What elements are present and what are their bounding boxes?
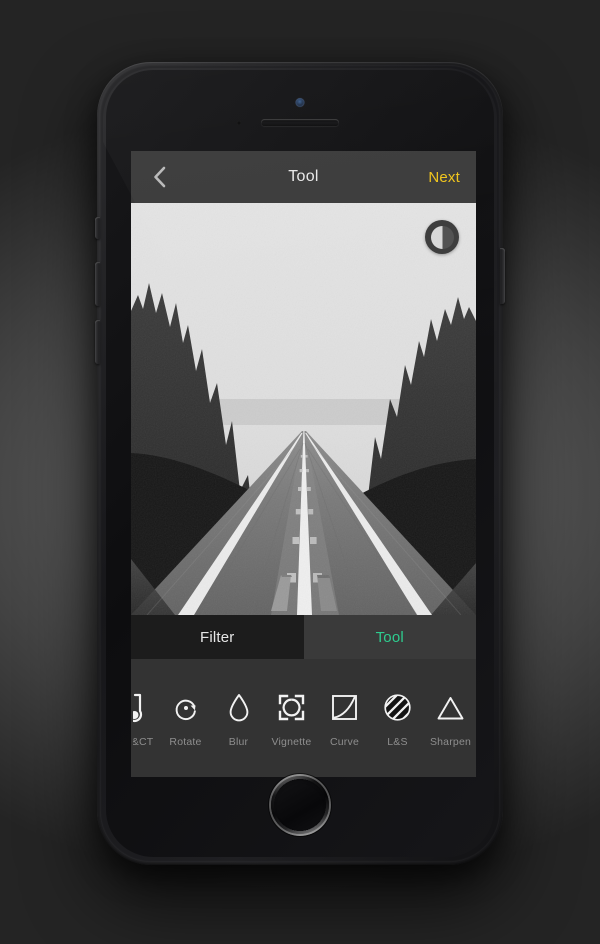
volume-down-button[interactable] xyxy=(95,320,100,364)
volume-up-button[interactable] xyxy=(95,262,100,306)
power-button[interactable] xyxy=(500,248,505,304)
tool-label-bct: B&CT xyxy=(133,735,154,748)
mute-switch[interactable] xyxy=(95,217,100,239)
scene: Tool Next Filter Tool CT Rotate Blur Vig… xyxy=(0,0,600,944)
tool-label-curve: Curve xyxy=(329,735,359,748)
earpiece-speaker xyxy=(261,119,339,126)
phone-body: Tool Next Filter Tool CT Rotate Blur Vig… xyxy=(100,65,500,862)
phone-screen: Tool Next Filter Tool CT Rotate Blur Vig… xyxy=(131,151,476,777)
page-title: Tool xyxy=(288,168,319,185)
droplet-blur-icon xyxy=(228,689,250,727)
phone-device: Tool Next Filter Tool CT Rotate Blur Vig… xyxy=(95,62,505,865)
tool-item-curve[interactable]: Curve xyxy=(318,689,371,748)
vignette-brackets-icon xyxy=(278,689,305,727)
tool-label-ls: L&S xyxy=(387,735,408,748)
tool-item-rotate[interactable]: Rotate xyxy=(159,689,212,748)
contrast-split xyxy=(430,225,454,249)
next-button[interactable]: Next xyxy=(428,169,460,186)
tone-curve-icon xyxy=(331,689,358,727)
tool-item-ls[interactable]: L&S xyxy=(371,689,424,748)
tool-item-sharpen[interactable]: Sharpen xyxy=(424,689,476,748)
tool-label-rotate: Rotate xyxy=(169,735,202,748)
contrast-circle-icon[interactable] xyxy=(425,220,459,254)
light-shadow-icon xyxy=(384,689,411,727)
sharpen-triangle-icon xyxy=(436,689,465,727)
photo-canvas[interactable] xyxy=(131,203,476,615)
brightness-contrast-icon xyxy=(133,689,146,727)
tab-tool[interactable]: Tool xyxy=(303,615,476,659)
photo-image xyxy=(131,203,476,615)
tool-item-vignette[interactable]: Vignette xyxy=(265,689,318,748)
tool-label-blur: Blur xyxy=(228,735,249,748)
front-camera-icon xyxy=(295,98,305,107)
tool-label-vignette: Vignette xyxy=(271,735,312,748)
tool-strip[interactable]: B&CT Rotate xyxy=(131,659,476,777)
tool-label-sharpen: Sharpen xyxy=(429,735,472,748)
app-header: Tool Next xyxy=(131,151,476,203)
chevron-left-icon[interactable] xyxy=(147,165,171,189)
tool-item-blur[interactable]: Blur xyxy=(212,689,265,748)
rotate-icon xyxy=(172,689,200,727)
tool-item-bct[interactable]: B&CT xyxy=(133,689,159,748)
home-button[interactable] xyxy=(271,776,329,834)
proximity-sensor-icon xyxy=(237,121,241,125)
tab-filter[interactable]: Filter xyxy=(131,615,304,659)
mode-tabs: Filter Tool xyxy=(131,615,476,659)
